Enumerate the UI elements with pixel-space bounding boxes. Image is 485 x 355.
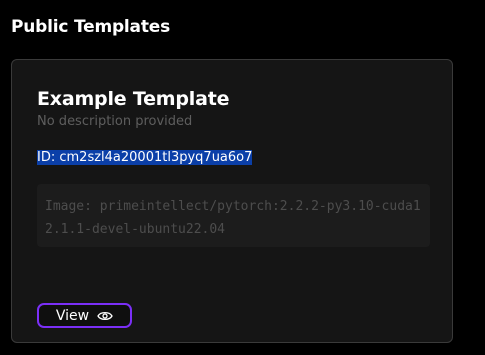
template-card: Example Template No description provided… bbox=[11, 59, 453, 343]
template-image: Image: primeintellect/pytorch:2.2.2-py3.… bbox=[37, 184, 430, 247]
template-id: ID: cm2szl4a20001tl3pyq7ua6o7 bbox=[37, 149, 253, 167]
view-button[interactable]: View bbox=[37, 303, 132, 328]
view-button-label: View bbox=[55, 307, 90, 324]
template-id-text: ID: cm2szl4a20001tl3pyq7ua6o7 bbox=[37, 150, 253, 165]
template-description: No description provided bbox=[37, 114, 193, 129]
eye-icon bbox=[97, 310, 113, 322]
section-title: Public Templates bbox=[11, 17, 171, 37]
template-title: Example Template bbox=[37, 88, 230, 110]
